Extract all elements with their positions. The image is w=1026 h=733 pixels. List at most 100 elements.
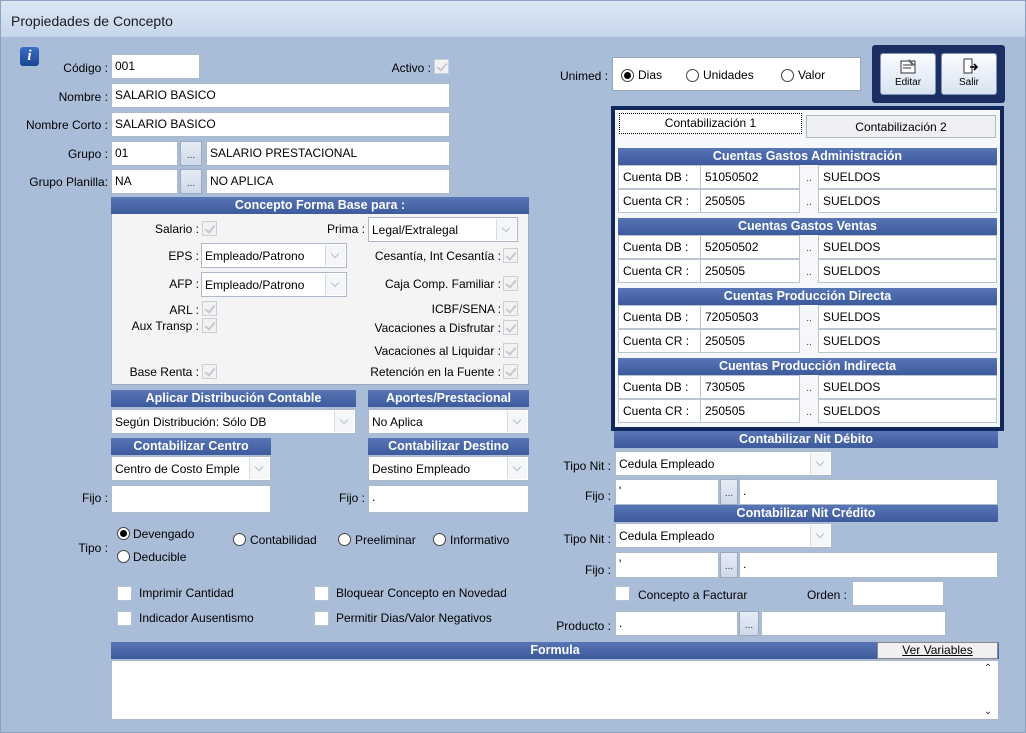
- scroll-up-icon[interactable]: ⌃: [980, 663, 996, 674]
- salir-button-label: Salir: [958, 77, 979, 88]
- bloquear-concepto-checkbox[interactable]: [314, 586, 329, 601]
- salir-button[interactable]: Salir: [941, 53, 997, 95]
- unimed-valor-label[interactable]: Valor: [798, 68, 825, 82]
- grupo-code-input[interactable]: 01: [111, 141, 178, 166]
- cuenta-db-label: Cuenta DB :: [618, 375, 700, 399]
- chevron-down-icon[interactable]: [249, 458, 269, 479]
- tab-contabilizacion-1-label: Contabilización 1: [664, 116, 757, 130]
- chevron-down-icon[interactable]: [507, 458, 527, 479]
- nit-debito-tipo-select[interactable]: Cedula Empleado: [615, 451, 832, 476]
- cuenta-cr-lookup-button[interactable]: ..: [801, 259, 817, 283]
- cuenta-db-lookup-button[interactable]: ..: [801, 165, 817, 189]
- tipo-preeliminar-radio[interactable]: [338, 533, 351, 546]
- forma-base-header: Concepto Forma Base para :: [111, 197, 529, 214]
- info-icon[interactable]: i: [20, 47, 39, 66]
- scroll-down-icon[interactable]: ⌄: [980, 706, 996, 717]
- chevron-down-icon[interactable]: [334, 411, 354, 432]
- editar-button[interactable]: Editar: [880, 53, 936, 95]
- vac-disfrutar-checkbox[interactable]: [503, 320, 518, 335]
- tipo-devengado-radio[interactable]: [117, 527, 130, 540]
- tipo-deducible-label[interactable]: Deducible: [133, 550, 186, 564]
- tipo-informativo-label[interactable]: Informativo: [450, 533, 509, 547]
- nit-credito-tipo-select[interactable]: Cedula Empleado: [615, 523, 832, 548]
- destino-select[interactable]: Destino Empleado: [368, 456, 529, 481]
- tipo-preeliminar-label[interactable]: Preeliminar: [355, 533, 416, 547]
- activo-checkbox[interactable]: [434, 59, 449, 74]
- chevron-down-icon[interactable]: [810, 453, 830, 474]
- tipo-contabilidad-label[interactable]: Contabilidad: [250, 533, 317, 547]
- icbf-checkbox[interactable]: [503, 301, 518, 316]
- unimed-valor-radio[interactable]: [781, 69, 794, 82]
- cuenta-cr-input[interactable]: 250505: [700, 329, 800, 353]
- destino-fijo-input[interactable]: .: [368, 485, 529, 513]
- nit-credito-lookup-button[interactable]: ...: [720, 552, 738, 578]
- cesantia-checkbox[interactable]: [503, 248, 518, 263]
- salario-checkbox[interactable]: [202, 221, 217, 236]
- grupo-planilla-lookup-button[interactable]: ...: [180, 169, 202, 194]
- grupo-planilla-code-input[interactable]: NA: [111, 169, 178, 194]
- cuenta-cr-input[interactable]: 250505: [700, 189, 800, 213]
- nombre-corto-input[interactable]: SALARIO BASICO: [111, 112, 450, 137]
- unimed-unidades-radio[interactable]: [686, 69, 699, 82]
- cuenta-cr-lookup-button[interactable]: ..: [801, 399, 817, 423]
- nit-credito-fijo-code[interactable]: ': [615, 552, 719, 578]
- chevron-down-icon[interactable]: [810, 525, 830, 546]
- centro-select[interactable]: Centro de Costo Emple: [111, 456, 271, 481]
- nombre-corto-label: Nombre Corto :: [25, 118, 108, 132]
- cuenta-cr-lookup-button[interactable]: ..: [801, 189, 817, 213]
- ver-variables-button[interactable]: Ver Variables: [877, 642, 998, 659]
- base-renta-checkbox[interactable]: [202, 364, 217, 379]
- indicador-ausentismo-checkbox[interactable]: [117, 611, 132, 626]
- codigo-input[interactable]: 001: [111, 54, 200, 79]
- tipo-devengado-label[interactable]: Devengado: [133, 527, 194, 541]
- formula-textarea[interactable]: ⌃ ⌄: [111, 660, 999, 720]
- unimed-dias-label[interactable]: Dias: [638, 68, 662, 82]
- cuenta-db-lookup-button[interactable]: ..: [801, 375, 817, 399]
- imprimir-cantidad-checkbox[interactable]: [117, 586, 132, 601]
- bloquear-concepto-label: Bloquear Concepto en Novedad: [336, 586, 507, 600]
- cuenta-cr-input[interactable]: 250505: [700, 259, 800, 283]
- tipo-contabilidad-radio[interactable]: [233, 533, 246, 546]
- centro-fijo-label: Fijo :: [81, 491, 108, 505]
- tab-contabilizacion-2[interactable]: Contabilización 2: [806, 115, 996, 138]
- permitir-negativos-label: Permitir Dias/Valor Negativos: [336, 611, 492, 625]
- cuenta-cr-lookup-button[interactable]: ..: [801, 329, 817, 353]
- cuenta-db-lookup-button[interactable]: ..: [801, 235, 817, 259]
- cuenta-db-input[interactable]: 72050503: [700, 305, 800, 329]
- cuenta-db-lookup-button[interactable]: ..: [801, 305, 817, 329]
- icbf-label: ICBF/SENA :: [431, 302, 501, 316]
- aportes-select[interactable]: No Aplica: [368, 409, 529, 434]
- orden-label: Orden :: [806, 588, 847, 602]
- prima-select[interactable]: Legal/Extralegal: [368, 217, 518, 242]
- grupo-lookup-button[interactable]: ...: [180, 141, 202, 166]
- permitir-negativos-checkbox[interactable]: [314, 611, 329, 626]
- unimed-dias-radio[interactable]: [621, 69, 634, 82]
- retencion-checkbox[interactable]: [503, 364, 518, 379]
- destino-select-value: Destino Empleado: [372, 462, 471, 476]
- cuenta-cr-input[interactable]: 250505: [700, 399, 800, 423]
- nit-debito-fijo-code[interactable]: ': [615, 479, 719, 505]
- cuenta-db-input[interactable]: 730505: [700, 375, 800, 399]
- tab-contabilizacion-1[interactable]: Contabilización 1: [619, 113, 802, 134]
- producto-lookup-button[interactable]: ...: [739, 611, 759, 636]
- producto-code-input[interactable]: .: [615, 611, 738, 636]
- distribucion-select[interactable]: Según Distribución: Sólo DB: [111, 409, 356, 434]
- nit-debito-lookup-button[interactable]: ...: [720, 479, 738, 505]
- chevron-down-icon[interactable]: [496, 219, 516, 240]
- concepto-facturar-checkbox[interactable]: [615, 586, 630, 601]
- arl-checkbox[interactable]: [202, 301, 217, 316]
- tipo-informativo-radio[interactable]: [433, 533, 446, 546]
- chevron-down-icon[interactable]: [507, 411, 527, 432]
- cuenta-db-input[interactable]: 51050502: [700, 165, 800, 189]
- orden-input[interactable]: [852, 581, 944, 606]
- cuenta-db-input[interactable]: 52050502: [700, 235, 800, 259]
- nombre-input[interactable]: SALARIO BASICO: [111, 83, 450, 108]
- unimed-unidades-label[interactable]: Unidades: [703, 68, 754, 82]
- eps-select[interactable]: Empleado/Patrono: [201, 243, 347, 268]
- centro-fijo-input[interactable]: [111, 485, 271, 513]
- caja-checkbox[interactable]: [503, 276, 518, 291]
- afp-select[interactable]: Empleado/Patrono: [201, 272, 347, 297]
- aux-transp-checkbox[interactable]: [202, 318, 217, 333]
- tipo-deducible-radio[interactable]: [117, 550, 130, 563]
- vac-liquidar-checkbox[interactable]: [503, 343, 518, 358]
